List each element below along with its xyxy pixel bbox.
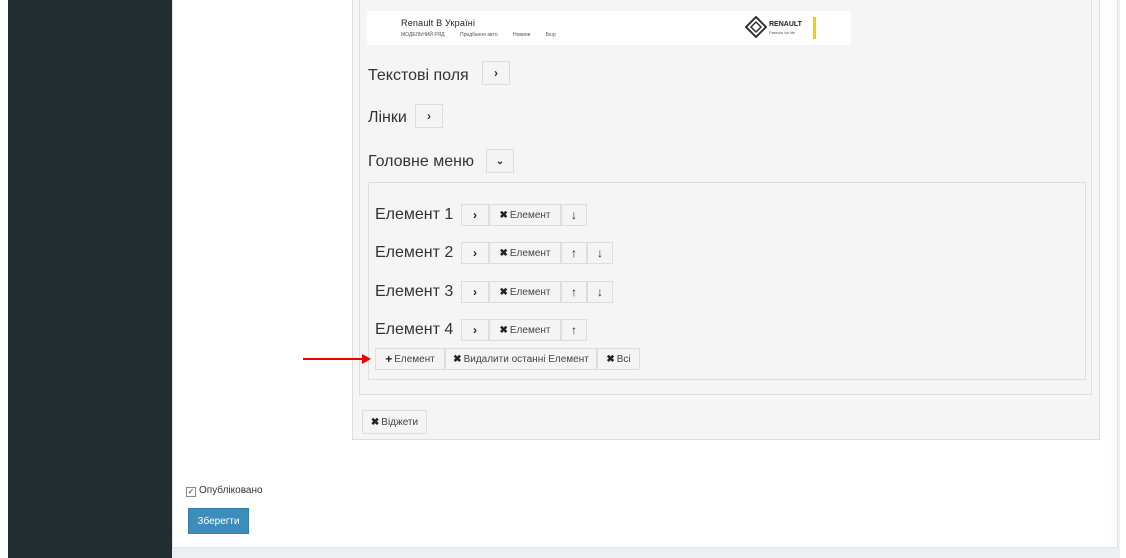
published-checkbox[interactable]: ✓ xyxy=(186,487,196,497)
checkmark-icon: ✓ xyxy=(187,487,195,496)
chevron-right-icon: › xyxy=(473,246,477,260)
collapse-main-menu-button[interactable]: ⌄ xyxy=(486,149,514,173)
preview-nav: МОДЕЛЬНИЙ РЯД Придбання авто Новини Бюр xyxy=(401,32,570,38)
preview-accent-bar xyxy=(813,17,816,39)
arrow-down-icon: ↓ xyxy=(571,208,577,222)
add-element-button[interactable]: + Елемент xyxy=(375,348,445,370)
remove-element-label: Елемент xyxy=(509,209,551,221)
widgets-label: Віджети xyxy=(381,416,419,428)
close-icon: ✖ xyxy=(499,324,508,336)
section-title-links: Лінки xyxy=(368,109,407,126)
remove-all-label: Всі xyxy=(616,353,631,365)
close-icon: ✖ xyxy=(499,209,508,221)
chevron-right-icon: › xyxy=(473,208,477,222)
move-down-button[interactable]: ↓ xyxy=(587,281,613,303)
arrow-up-icon: ↑ xyxy=(571,246,577,260)
right-margin xyxy=(1120,0,1126,558)
expand-element-button[interactable]: › xyxy=(461,204,489,226)
section-title-text-fields: Текстові поля xyxy=(368,67,469,84)
close-icon: ✖ xyxy=(499,286,508,298)
remove-element-label: Елемент xyxy=(509,324,551,336)
remove-element-button[interactable]: ✖ Елемент xyxy=(489,242,561,264)
remove-last-element-button[interactable]: ✖ Видалити останні Елемент xyxy=(445,348,597,370)
annotation-arrow-head xyxy=(362,354,371,364)
arrow-down-icon: ↓ xyxy=(597,246,603,260)
remove-last-label: Видалити останні Елемент xyxy=(463,353,589,365)
preview-brand-title: Renault В Україні xyxy=(401,18,476,28)
sidebar xyxy=(8,0,172,558)
expand-element-button[interactable]: › xyxy=(461,281,489,303)
chevron-right-icon: › xyxy=(473,285,477,299)
element-title: Елемент 1 xyxy=(375,206,454,223)
remove-element-label: Елемент xyxy=(509,286,551,298)
preview-logo-text: RENAULT xyxy=(769,21,802,28)
preview-nav-item: Придбання авто xyxy=(460,32,498,38)
chevron-right-icon: › xyxy=(473,323,477,337)
move-up-button[interactable]: ↑ xyxy=(561,281,587,303)
chevron-right-icon: › xyxy=(494,66,498,80)
renault-logo-icon xyxy=(745,16,767,38)
element-title: Елемент 3 xyxy=(375,283,454,300)
expand-element-button[interactable]: › xyxy=(461,319,489,341)
move-up-button[interactable]: ↑ xyxy=(561,319,587,341)
left-margin xyxy=(0,0,8,558)
widgets-button[interactable]: ✖ Віджети xyxy=(362,410,427,434)
header-preview-image: Renault В Україні МОДЕЛЬНИЙ РЯД Придбанн… xyxy=(367,11,851,45)
preview-nav-item: МОДЕЛЬНИЙ РЯД xyxy=(401,32,445,38)
arrow-up-icon: ↑ xyxy=(571,323,577,337)
arrow-up-icon: ↑ xyxy=(571,285,577,299)
save-button[interactable]: Зберегти xyxy=(188,508,249,534)
preview-nav-item: Бюр xyxy=(545,32,556,38)
element-title: Елемент 2 xyxy=(375,244,454,261)
remove-element-button[interactable]: ✖ Елемент xyxy=(489,319,561,341)
move-up-button[interactable]: ↑ xyxy=(561,242,587,264)
chevron-down-icon: ⌄ xyxy=(495,155,505,167)
preview-nav-item: Новини xyxy=(513,32,531,38)
chevron-right-icon: › xyxy=(427,109,431,123)
close-icon: ✖ xyxy=(453,353,462,365)
move-down-button[interactable]: ↓ xyxy=(587,242,613,264)
close-icon: ✖ xyxy=(606,353,615,365)
plus-icon: + xyxy=(385,352,393,366)
expand-text-fields-button[interactable]: › xyxy=(482,61,510,85)
annotation-arrow xyxy=(303,358,365,360)
remove-all-button[interactable]: ✖ Всі xyxy=(597,348,640,370)
preview-logo-sub: Passion for life xyxy=(769,30,796,35)
close-icon: ✖ xyxy=(499,247,508,259)
move-down-button[interactable]: ↓ xyxy=(561,204,587,226)
element-title: Елемент 4 xyxy=(375,321,454,338)
remove-element-label: Елемент xyxy=(509,247,551,259)
expand-element-button[interactable]: › xyxy=(461,242,489,264)
expand-links-button[interactable]: › xyxy=(415,104,443,128)
remove-element-button[interactable]: ✖ Елемент xyxy=(489,204,561,226)
remove-element-button[interactable]: ✖ Елемент xyxy=(489,281,561,303)
close-icon: ✖ xyxy=(370,416,380,428)
add-element-label: Елемент xyxy=(394,353,435,365)
published-label: Опубліковано xyxy=(199,485,263,496)
arrow-down-icon: ↓ xyxy=(597,285,603,299)
section-title-main-menu: Головне меню xyxy=(368,153,474,170)
